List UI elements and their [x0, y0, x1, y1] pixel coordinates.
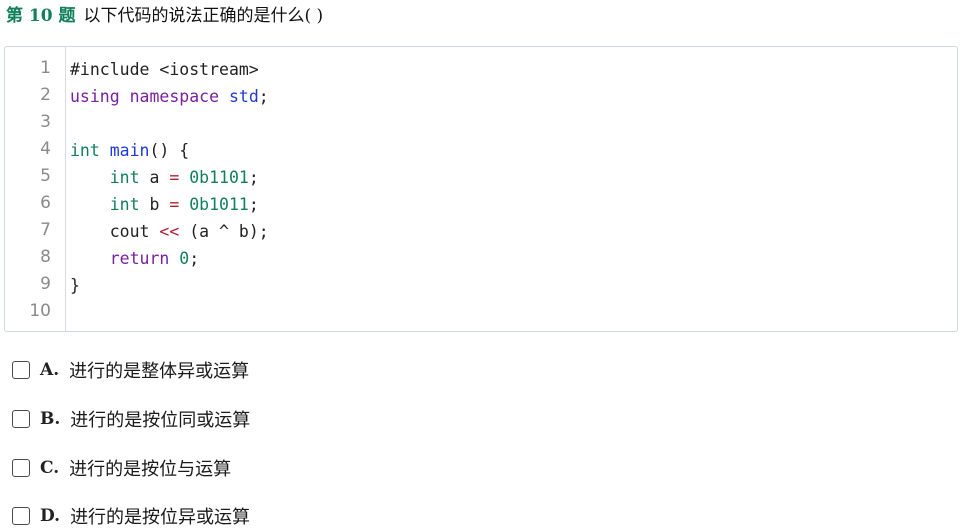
checkbox[interactable] [12, 507, 30, 525]
code-semicolon: ; [248, 168, 259, 187]
option-letter: A. [40, 360, 60, 380]
question-number: 第 10 题 [6, 6, 76, 26]
line-number: 6 [40, 193, 51, 213]
option-b[interactable]: B. 进行的是按位同或运算 [12, 405, 250, 433]
code-line-8: return 0; [70, 245, 199, 272]
code-int: int [109, 168, 140, 187]
code-main: main [109, 141, 150, 160]
line-number: 7 [40, 220, 51, 240]
option-text: 进行的是按位同或运算 [70, 410, 251, 431]
code-block: 1 2 3 4 5 6 7 8 9 10 #include <iostream>… [4, 46, 958, 332]
code-using: using [70, 87, 120, 106]
checkbox[interactable] [12, 410, 30, 428]
code-int: int [70, 141, 100, 160]
code-cout: cout [109, 222, 160, 241]
option-d[interactable]: D. 进行的是按位异或运算 [12, 502, 250, 530]
code-semicolon: ; [258, 87, 269, 106]
code-main-rest: () { [149, 141, 190, 160]
code-var: a [139, 168, 170, 187]
code-semicolon: ; [189, 249, 200, 268]
code-line-5: int a = 0b1101; [70, 164, 259, 191]
code-line-1: #include <iostream> [70, 56, 259, 83]
code-int: int [109, 195, 140, 214]
option-text: 进行的是按位与运算 [69, 459, 232, 480]
code-stream-op: << [159, 222, 180, 241]
code-close-brace: } [70, 276, 80, 295]
checkbox[interactable] [12, 361, 30, 379]
option-letter: D. [40, 506, 61, 526]
question-text: 以下代码的说法正确的是什么( ) [83, 6, 324, 26]
line-number-gutter: 1 2 3 4 5 6 7 8 9 10 [5, 47, 66, 331]
code-binary-literal: 0b1011 [179, 195, 249, 214]
code-include: #include <iostream> [70, 60, 259, 79]
line-number: 8 [40, 247, 51, 267]
line-number: 2 [40, 85, 51, 105]
line-number: 1 [40, 58, 51, 78]
code-var: b [139, 195, 170, 214]
option-letter: B. [40, 409, 61, 429]
line-number: 3 [40, 112, 51, 132]
code-line-6: int b = 0b1011; [70, 191, 259, 218]
code-return-value: 0 [169, 249, 190, 268]
line-number: 5 [40, 166, 51, 186]
line-number: 4 [40, 139, 51, 159]
question-title: 第 10 题以下代码的说法正确的是什么( ) [6, 4, 323, 28]
option-a[interactable]: A. 进行的是整体异或运算 [12, 356, 249, 384]
option-letter: C. [40, 458, 60, 478]
code-return: return [109, 249, 170, 268]
code-binary-literal: 0b1101 [179, 168, 249, 187]
code-semicolon: ; [248, 195, 259, 214]
code-assign: = [169, 195, 180, 214]
option-text: 进行的是整体异或运算 [69, 361, 250, 382]
code-namespace: namespace [129, 87, 220, 106]
code-line-7: cout << (a ^ b); [70, 218, 269, 245]
line-number: 9 [40, 274, 51, 294]
code-std: std [228, 87, 259, 106]
line-number: 10 [29, 301, 51, 321]
code-expression: (a ^ b); [179, 222, 269, 241]
code-line-9: } [70, 272, 80, 299]
option-text: 进行的是按位异或运算 [70, 507, 251, 528]
code-assign: = [169, 168, 180, 187]
checkbox[interactable] [12, 459, 30, 477]
code-line-4: int main() { [70, 137, 189, 164]
code-line-2: using namespace std; [70, 83, 269, 110]
option-c[interactable]: C. 进行的是按位与运算 [12, 454, 231, 482]
